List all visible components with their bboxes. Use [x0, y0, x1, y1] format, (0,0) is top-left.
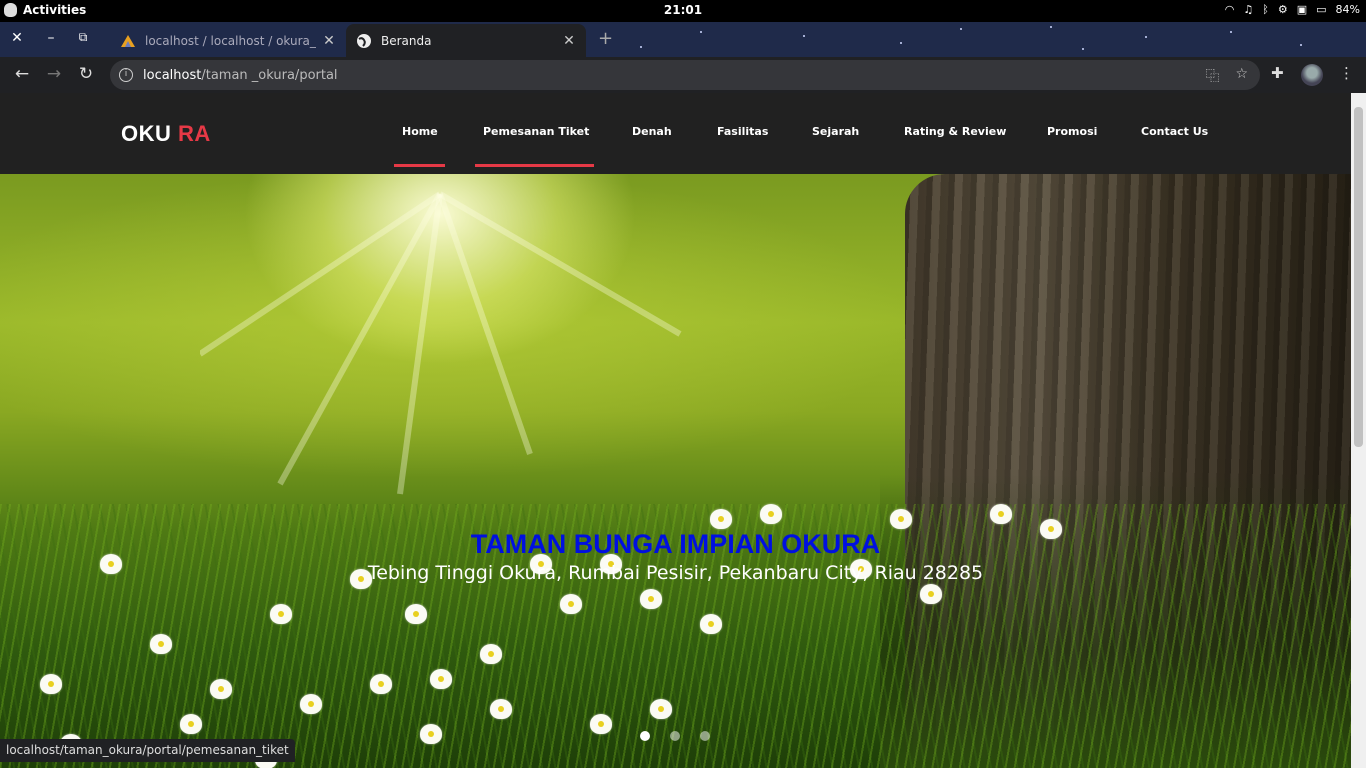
battery-icon: ▭: [1316, 3, 1327, 16]
menu-home[interactable]: Home: [402, 125, 438, 138]
new-tab-icon[interactable]: +: [598, 28, 613, 49]
tab-close-icon[interactable]: ✕: [320, 33, 338, 49]
tab-beranda[interactable]: Beranda ✕: [346, 24, 586, 57]
hero-carousel[interactable]: TAMAN BUNGA IMPIAN OKURA Tebing Tinggi O…: [0, 174, 1351, 768]
url-host: localhost: [143, 67, 202, 83]
menu-promosi[interactable]: Promosi: [1047, 125, 1097, 138]
menu-kebab-icon[interactable]: ⋮: [1339, 64, 1354, 82]
music-icon: ♫: [1243, 3, 1254, 16]
extensions-icon[interactable]: ✚: [1271, 64, 1284, 82]
menu-fasilitas[interactable]: Fasilitas: [717, 125, 768, 138]
hero-caption: TAMAN BUNGA IMPIAN OKURA Tebing Tinggi O…: [0, 529, 1351, 584]
window-close-icon[interactable]: ✕: [7, 30, 27, 46]
tab-title: localhost / localhost / okura_: [145, 33, 316, 48]
menu-rating-review[interactable]: Rating & Review: [904, 125, 1006, 138]
site-logo[interactable]: OKU RA: [121, 121, 211, 147]
tab-phpmyadmin[interactable]: localhost / localhost / okura_ ✕: [110, 24, 346, 57]
wifi-icon: ◠: [1224, 3, 1235, 16]
site-info-icon[interactable]: i: [119, 68, 133, 82]
bookmark-star-icon[interactable]: ☆: [1235, 66, 1248, 86]
phpmyadmin-icon: [120, 33, 136, 49]
link-status-bar: localhost/taman_okura/portal/pemesanan_t…: [0, 739, 295, 762]
carousel-dot-2[interactable]: [670, 731, 680, 741]
carousel-dot-1[interactable]: [640, 731, 650, 741]
tab-title: Beranda: [381, 33, 432, 48]
hero-title: TAMAN BUNGA IMPIAN OKURA: [470, 529, 881, 559]
url-path: /taman _okura/portal: [201, 67, 338, 83]
bluetooth-icon: ᛒ: [1262, 3, 1269, 16]
clipboard-icon: ▣: [1296, 3, 1308, 16]
system-tray[interactable]: ◠ ♫ ᛒ ⚙ ▣ ▭ 84%: [1225, 3, 1360, 16]
address-bar[interactable]: i localhost /taman _okura/portal ⿻ ☆: [110, 60, 1260, 90]
window-minimize-icon[interactable]: –: [41, 30, 61, 46]
menu-contact-us[interactable]: Contact Us: [1141, 125, 1208, 138]
system-top-bar: Activities 21:01 ◠ ♫ ᛒ ⚙ ▣ ▭ 84%: [0, 0, 1366, 22]
logo-text-red: RA: [178, 121, 211, 146]
web-page: OKU RA Home Pemesanan Tiket Denah Fasili…: [0, 93, 1351, 768]
clock[interactable]: 21:01: [0, 3, 1366, 17]
battery-percent: 84%: [1335, 3, 1360, 16]
tab-strip: ✕ – ⧉ localhost / localhost / okura_ ✕ B…: [0, 22, 1366, 57]
translate-icon[interactable]: ⿻: [1205, 66, 1219, 86]
carousel-indicators: [640, 731, 710, 741]
menu-pemesanan-underline: [475, 164, 594, 167]
menu-sejarah[interactable]: Sejarah: [812, 125, 859, 138]
sun-rays: [200, 191, 682, 495]
globe-icon: [356, 33, 372, 49]
site-navbar: OKU RA Home Pemesanan Tiket Denah Fasili…: [0, 93, 1351, 174]
accessibility-icon: ⚙: [1277, 3, 1288, 16]
profile-avatar[interactable]: [1301, 64, 1323, 86]
tab-close-icon[interactable]: ✕: [560, 33, 578, 49]
hero-subtitle: Tebing Tinggi Okura, Rumbai Pesisir, Pek…: [367, 562, 984, 584]
reload-icon[interactable]: ↻: [74, 64, 98, 84]
page-scrollbar[interactable]: [1351, 93, 1366, 768]
scrollbar-thumb[interactable]: [1354, 107, 1363, 447]
menu-pemesanan-tiket[interactable]: Pemesanan Tiket: [483, 125, 589, 138]
carousel-dot-3[interactable]: [700, 731, 710, 741]
logo-text-white: OKU: [121, 121, 172, 146]
window-restore-icon[interactable]: ⧉: [73, 30, 93, 45]
browser-toolbar: ← → ↻ i localhost /taman _okura/portal ⿻…: [0, 57, 1366, 93]
menu-denah[interactable]: Denah: [632, 125, 672, 138]
back-icon[interactable]: ←: [10, 64, 34, 84]
menu-home-underline: [394, 164, 445, 167]
forward-icon[interactable]: →: [42, 64, 66, 84]
